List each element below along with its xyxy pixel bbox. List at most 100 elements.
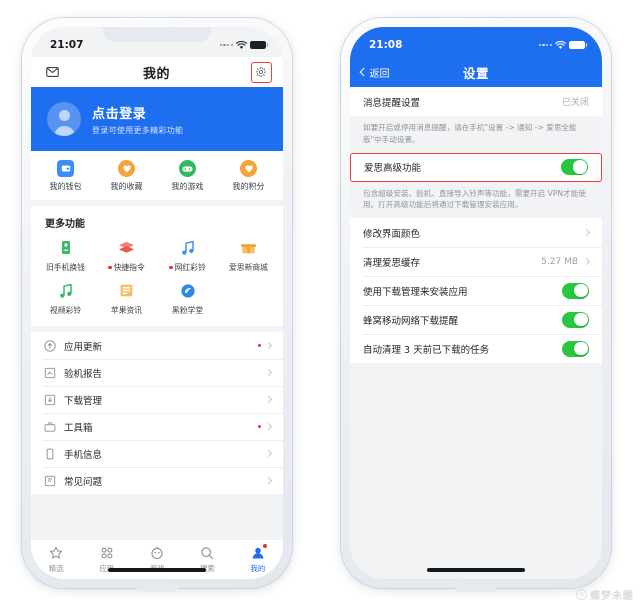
signal-icon <box>538 43 552 47</box>
settings-row-download-manager[interactable]: 使用下载管理来安装应用 <box>350 276 602 305</box>
grid-item-ringtones[interactable]: 网红彩铃 <box>157 238 218 273</box>
wallet-icon <box>57 160 74 177</box>
right-nav-bar: 返回 设置 <box>350 57 602 87</box>
quick-item-points[interactable]: 我的积分 <box>218 160 279 192</box>
apps-grid-icon <box>99 545 114 560</box>
back-button[interactable]: 返回 <box>359 65 390 80</box>
left-content-scroll[interactable]: 点击登录 登录可使用更多精彩功能 我的钱包 我的收藏 我的游戏 我的积分 更多功… <box>31 87 283 539</box>
left-nav-bar: 我的 <box>31 57 283 87</box>
battery-icon <box>569 41 588 49</box>
signal-icon <box>219 43 233 47</box>
right-status-bar: 21:08 <box>350 27 602 57</box>
toolbox-icon <box>43 420 56 433</box>
right-phone-device: 21:08 返回 设置 消息提醒设置 已关闭 如要开启或停用消息提醒，请在手机"… <box>341 18 611 592</box>
settings-row-clear-cache[interactable]: 清理爱思缓存 5.27 MB <box>350 247 602 276</box>
mail-icon[interactable] <box>42 62 62 82</box>
settings-scroll[interactable]: 消息提醒设置 已关闭 如要开启或停用消息提醒，请在手机"设置 -> 通知 -> … <box>350 87 602 579</box>
quick-label: 我的积分 <box>232 182 265 191</box>
menu-row-report[interactable]: 验机报告 <box>31 359 283 386</box>
login-subtitle: 登录可使用更多精彩功能 <box>92 125 184 135</box>
settings-row-auto-clean[interactable]: 自动清理 3 天前已下载的任务 <box>350 334 602 363</box>
settings-button-highlight[interactable] <box>250 61 272 83</box>
grid-item-old-phone[interactable]: 旧手机换钱 <box>35 238 96 273</box>
speaker-dimple <box>454 584 498 592</box>
wifi-icon <box>236 40 247 49</box>
shop-icon <box>239 238 258 257</box>
tab-featured[interactable]: 精选 <box>31 545 81 574</box>
cache-size-value: 5.27 MB <box>541 256 578 267</box>
more-functions-card: 更多功能 旧手机换钱 快捷指令 网红彩铃 爱思新商城 视频彩铃 苹果资讯 黑粉学… <box>31 206 283 326</box>
settings-label: 自动清理 3 天前已下载的任务 <box>363 344 490 356</box>
classroom-icon <box>178 281 197 300</box>
gear-icon <box>256 66 267 78</box>
grid-item-video-ringtone[interactable]: 视频彩铃 <box>35 281 96 316</box>
right-status-time: 21:08 <box>369 39 403 51</box>
chevron-right-icon <box>264 476 273 485</box>
grid-label: 爱思新商城 <box>229 263 268 272</box>
home-indicator <box>427 568 525 572</box>
baidu-logo-icon: ◎ <box>576 589 587 600</box>
page-title: 我的 <box>142 66 170 82</box>
settings-row-cellular-alert[interactable]: 蜂窝移动网络下载提醒 <box>350 305 602 334</box>
grid-item-shop[interactable]: 爱思新商城 <box>218 238 279 273</box>
download-manager-toggle[interactable] <box>562 282 589 299</box>
menu-label: 工具箱 <box>64 422 93 434</box>
speaker-dimple <box>135 584 179 592</box>
news-icon <box>117 281 136 300</box>
red-dot-badge <box>257 424 261 429</box>
settings-card: 修改界面颜色 清理爱思缓存 5.27 MB 使用下载管理来安装应用 蜂窝移动网络… <box>350 218 602 364</box>
grid-label: 网红彩铃 <box>169 262 206 273</box>
game-face-icon <box>150 545 165 560</box>
tab-mine[interactable]: 我的 <box>233 544 283 574</box>
settings-row-ui-color[interactable]: 修改界面颜色 <box>350 218 602 247</box>
red-dot-badge <box>263 544 268 548</box>
chevron-right-icon <box>264 422 273 431</box>
grid-label: 苹果资讯 <box>110 306 143 315</box>
settings-label: 蜂窝移动网络下载提醒 <box>363 315 459 327</box>
quick-item-games[interactable]: 我的游戏 <box>157 160 218 192</box>
watermark: ◎ 蝶梦未醒 <box>576 587 634 602</box>
grid-label: 视频彩铃 <box>49 306 82 315</box>
quick-item-favorites[interactable]: 我的收藏 <box>96 160 157 192</box>
grid-item-classroom[interactable]: 黑粉学堂 <box>157 281 218 316</box>
red-dot-badge <box>169 265 173 270</box>
right-phone-screen: 21:08 返回 设置 消息提醒设置 已关闭 如要开启或停用消息提醒，请在手机"… <box>350 27 602 579</box>
menu-row-download[interactable]: 下载管理 <box>31 386 283 413</box>
heart-icon <box>118 160 135 177</box>
chevron-right-icon <box>264 449 273 458</box>
shortcuts-icon <box>117 238 136 257</box>
login-title: 点击登录 <box>92 106 147 122</box>
wifi-icon <box>555 40 566 49</box>
settings-value: 已关闭 <box>561 98 589 108</box>
quick-label: 我的收藏 <box>110 182 143 191</box>
chevron-right-icon <box>264 368 273 377</box>
phone-info-icon <box>43 447 56 460</box>
login-banner[interactable]: 点击登录 登录可使用更多精彩功能 <box>31 87 283 151</box>
settings-row-advanced[interactable]: 爱思高级功能 <box>351 154 601 181</box>
auto-clean-toggle[interactable] <box>562 340 589 357</box>
menu-row-phone-info[interactable]: 手机信息 <box>31 440 283 467</box>
video-music-icon <box>56 281 75 300</box>
menu-label: 验机报告 <box>64 368 103 380</box>
left-status-time: 21:07 <box>50 39 84 51</box>
advanced-feature-toggle[interactable] <box>561 159 588 176</box>
old-phone-icon <box>56 238 75 257</box>
menu-label: 手机信息 <box>64 449 103 461</box>
menu-row-app-update[interactable]: 应用更新 <box>31 332 283 359</box>
grid-label: 快捷指令 <box>108 262 145 273</box>
grid-item-apple-news[interactable]: 苹果资讯 <box>96 281 157 316</box>
grid-item-shortcuts[interactable]: 快捷指令 <box>96 238 157 273</box>
cellular-alert-toggle[interactable] <box>562 311 589 328</box>
settings-label: 爱思高级功能 <box>364 163 422 175</box>
settings-label: 使用下载管理来安装应用 <box>363 286 468 298</box>
tab-label: 精选 <box>48 564 64 573</box>
advanced-feature-highlight: 爱思高级功能 <box>350 152 602 182</box>
menu-row-toolbox[interactable]: 工具箱 <box>31 413 283 440</box>
settings-row-notify[interactable]: 消息提醒设置 已关闭 <box>350 87 602 116</box>
chevron-right-icon <box>582 258 591 266</box>
menu-row-faq[interactable]: 常见问题 <box>31 467 283 494</box>
chevron-right-icon <box>582 229 591 237</box>
quick-item-wallet[interactable]: 我的钱包 <box>35 160 96 192</box>
quick-label: 我的游戏 <box>171 182 204 191</box>
screenshot-stage: 21:07 我的 点击登录 登录可使用更多精彩功能 我的钱包 我的收藏 我的游戏… <box>0 0 640 608</box>
